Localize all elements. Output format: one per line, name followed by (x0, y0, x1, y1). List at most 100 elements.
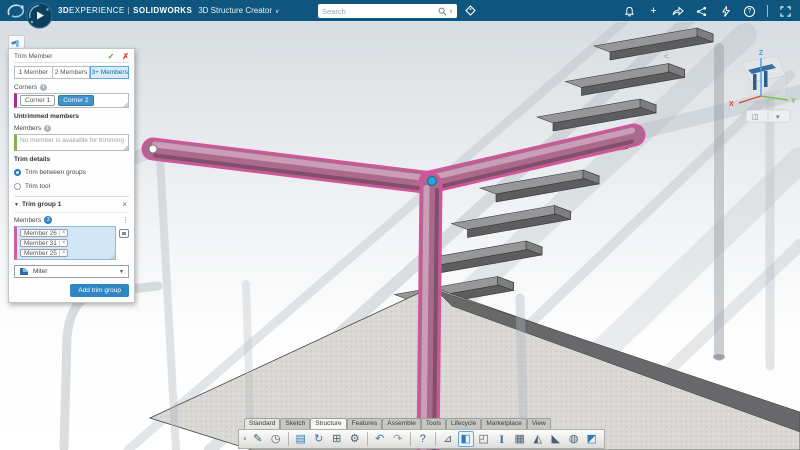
member-25[interactable] (416, 172, 443, 450)
tab-marketplace[interactable]: Marketplace (481, 418, 527, 429)
chip-corner-2[interactable]: Corner 2 (58, 95, 94, 106)
triad-x-label: X (729, 101, 734, 108)
corner-vertex-dot[interactable] (427, 176, 437, 186)
tab-structure[interactable]: Structure (310, 418, 347, 429)
panel-tool-tab[interactable] (8, 35, 25, 48)
corner-treatment-dropdown[interactable]: Miter ▼ (14, 265, 129, 278)
convert-solid-icon[interactable]: ◰ (476, 431, 492, 447)
miter-icon (20, 268, 28, 275)
notification-bell-icon[interactable] (623, 5, 636, 18)
sketch-icon[interactable]: ⊿ (440, 431, 456, 447)
endpoint-dot[interactable] (148, 144, 158, 154)
top-bar: 3DEXPERIENCE | SOLIDWORKS 3D Structure Cre… (0, 0, 800, 29)
confirm-icon[interactable]: ✓ (108, 52, 115, 61)
history-icon[interactable]: ◷ (268, 431, 284, 447)
search-bar[interactable]: ∨ (318, 4, 457, 18)
expand-icon[interactable] (779, 5, 792, 18)
view-caret-icon[interactable]: ▾ (776, 114, 780, 121)
search-caret-icon[interactable]: ∨ (449, 8, 453, 15)
undo-icon[interactable]: ↶ (372, 431, 388, 447)
chip-member-26[interactable]: Member 26 × (20, 229, 69, 237)
app-logo[interactable] (26, 2, 53, 29)
app-switcher[interactable]: 3D Structure Creator ∨ (198, 6, 279, 15)
add-icon[interactable]: + (647, 5, 660, 18)
tab-3plus-members[interactable]: 3+ Members (90, 66, 130, 79)
collapse-chevron[interactable]: < (664, 52, 669, 61)
toolbar-divider (287, 432, 289, 446)
tab-1-member[interactable]: 1 Member (14, 66, 53, 79)
orientation-triad[interactable]: Z X Y (729, 50, 796, 108)
share-icon[interactable] (671, 5, 684, 18)
chip-close-icon[interactable]: × (58, 240, 65, 246)
add-trim-group-button[interactable]: Add trim group (70, 284, 129, 297)
chip-member-25[interactable]: Member 25 × (20, 249, 69, 257)
resize-grip[interactable] (123, 102, 128, 107)
export-icon[interactable]: ⊞ (329, 431, 345, 447)
group-members-field[interactable]: Member 26 × Member 31 × Member 25 × (14, 226, 116, 260)
trim-member-tool-icon (11, 39, 19, 47)
graph-selection-icon[interactable] (119, 229, 129, 240)
untrimmed-members-field[interactable]: No member is available for trimming (14, 134, 129, 151)
toolbar-divider (434, 432, 436, 446)
flash-icon[interactable] (719, 5, 732, 18)
chamfer-icon[interactable]: ◣ (548, 431, 564, 447)
group-collapse-icon[interactable]: ▼ (14, 202, 19, 208)
info-icon: i (44, 124, 52, 132)
info-icon: i (40, 83, 48, 91)
help-icon[interactable]: ? (743, 5, 756, 18)
new-design-icon[interactable]: ✎ (250, 431, 266, 447)
trim-group-header: ▼ Trim group 1 × (14, 196, 129, 213)
machining-icon[interactable]: ◭ (530, 431, 546, 447)
corners-label: Corners (14, 83, 38, 91)
view-mini-toolbar[interactable]: ◫ ▾ (745, 109, 791, 123)
radio-unselected-icon (14, 183, 21, 190)
panel-icon[interactable]: ▦ (512, 431, 528, 447)
view-options-icon[interactable]: ◫ (752, 114, 759, 121)
collaborate-icon[interactable] (695, 5, 708, 18)
tab-lifecycle[interactable]: Lifecycle (446, 418, 482, 429)
redo-icon[interactable]: ↷ (390, 431, 406, 447)
panel-title: Trim Member (14, 53, 53, 60)
3ds-compass-logo[interactable] (6, 3, 26, 19)
chip-member-31[interactable]: Member 31 × (20, 239, 69, 247)
save-icon[interactable]: ▤ (293, 431, 309, 447)
structure-beam-icon[interactable]: I (494, 431, 510, 447)
cancel-icon[interactable]: ✗ (122, 52, 129, 61)
primitive-icon[interactable]: ◍ (566, 431, 582, 447)
group-close-icon[interactable]: × (122, 200, 127, 209)
tag-icon[interactable] (464, 4, 477, 17)
tab-features[interactable]: Features (346, 418, 383, 429)
radio-trim-between-groups[interactable]: Trim between groups (14, 168, 129, 177)
tab-view[interactable]: View (526, 418, 551, 429)
tab-assemble[interactable]: Assemble (382, 418, 421, 429)
untrimmed-members-label: Untrimmed members (14, 113, 80, 120)
sync-icon[interactable]: ↻ (311, 431, 327, 447)
tab-sketch[interactable]: Sketch (280, 418, 311, 429)
action-bar-tabs: Standard Sketch Structure Features Assem… (244, 418, 605, 429)
search-input[interactable] (322, 6, 438, 16)
chip-corner-1[interactable]: Corner 1 (20, 95, 56, 106)
chip-close-icon[interactable]: × (58, 230, 65, 236)
tab-2-members[interactable]: 2 Members (52, 66, 91, 79)
tab-standard[interactable]: Standard (244, 418, 281, 429)
extrude-member-icon[interactable]: ◧ (457, 431, 474, 447)
chip-close-icon[interactable]: × (58, 250, 65, 256)
resize-grip[interactable] (123, 145, 128, 150)
member-count-tabs: 1 Member 2 Members 3+ Members (14, 66, 130, 79)
triad-z-label: Z (759, 50, 764, 57)
application-window: < Z X Y ◫ ▾ 3DEXPERIENCE | SOLIDWORKS 3D… (0, 0, 800, 450)
radio-trim-tool[interactable]: Trim tool (14, 182, 129, 191)
member-26[interactable] (141, 137, 444, 195)
settings-gear-icon[interactable]: ⚙ (347, 431, 363, 447)
corners-field[interactable]: Corner 1 Corner 2 (14, 93, 129, 108)
tab-tools[interactable]: Tools (420, 418, 447, 429)
member-count-badge: 3 (44, 216, 53, 224)
collapse-toolbar-icon[interactable]: ∨ (243, 436, 247, 442)
help-icon[interactable]: ? (415, 431, 431, 447)
resize-grip[interactable] (110, 254, 115, 259)
group-menu-icon[interactable]: ⋮ (122, 216, 129, 224)
search-icon[interactable] (438, 7, 447, 16)
corner-treatment-value: Miter (33, 268, 48, 275)
chevron-down-icon: ∨ (275, 9, 280, 15)
trim-member-icon[interactable]: ◩ (584, 431, 600, 447)
